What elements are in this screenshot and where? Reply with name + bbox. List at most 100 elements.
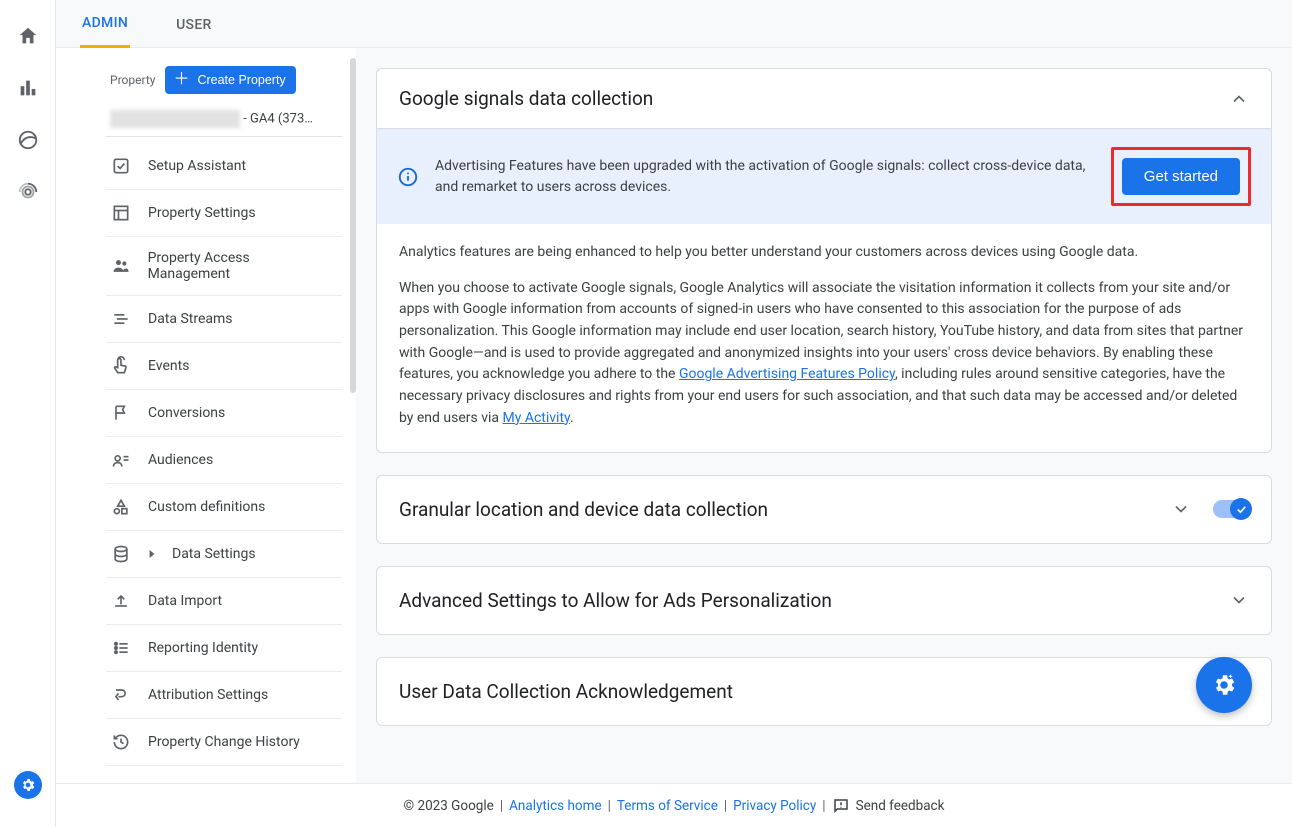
link-my-activity[interactable]: My Activity bbox=[503, 410, 570, 426]
history-icon bbox=[110, 732, 132, 752]
send-feedback-button[interactable]: Send feedback bbox=[832, 797, 945, 815]
nav-item-label: Conversions bbox=[148, 405, 225, 421]
nav-item-custom-definitions[interactable]: Custom definitions bbox=[106, 484, 342, 531]
home-icon[interactable] bbox=[16, 24, 40, 48]
plus-icon: ＋ bbox=[171, 72, 191, 88]
card-head-advanced[interactable]: Advanced Settings to Allow for Ads Perso… bbox=[377, 567, 1271, 634]
signals-p2c: . bbox=[570, 410, 574, 426]
upload-icon bbox=[110, 591, 132, 611]
nav-item-property-settings[interactable]: Property Settings bbox=[106, 190, 342, 237]
flag-icon bbox=[110, 403, 132, 423]
nav-item-setup-assistant[interactable]: Setup Assistant bbox=[106, 143, 342, 190]
nav-item-label: Reporting Identity bbox=[148, 640, 258, 656]
nav-item-label: Events bbox=[148, 358, 189, 374]
nav-item-label: Data Streams bbox=[148, 311, 233, 327]
sep: | bbox=[822, 798, 825, 814]
chevron-down-icon bbox=[1171, 499, 1191, 519]
tab-admin[interactable]: ADMIN bbox=[80, 1, 130, 48]
layout-icon bbox=[110, 203, 132, 223]
caret-right-icon bbox=[148, 549, 156, 559]
info-icon bbox=[397, 166, 419, 188]
nav-item-label: Custom definitions bbox=[148, 499, 265, 515]
card-head-signals[interactable]: Google signals data collection bbox=[377, 69, 1271, 128]
signals-title: Google signals data collection bbox=[399, 87, 653, 110]
sparkle-gear-icon bbox=[1211, 672, 1237, 698]
property-selector[interactable]: - GA4 (373… bbox=[106, 104, 342, 137]
property-name-redacted bbox=[110, 110, 240, 128]
get-started-button[interactable]: Get started bbox=[1122, 158, 1240, 195]
property-label: Property bbox=[110, 73, 155, 87]
property-nav: Setup Assistant Property Settings Property… bbox=[106, 143, 356, 766]
gear-icon bbox=[20, 777, 36, 793]
create-property-label: Create Property bbox=[197, 73, 285, 87]
definitions-icon bbox=[110, 497, 132, 517]
nav-item-data-settings[interactable]: Data Settings bbox=[106, 531, 342, 578]
card-head-granular[interactable]: Granular location and device data collec… bbox=[377, 476, 1271, 543]
chevron-down-icon bbox=[1229, 590, 1249, 610]
sep: | bbox=[608, 798, 611, 814]
card-user-data-ack: User Data Collection Acknowledgement bbox=[376, 657, 1272, 726]
link-analytics-home[interactable]: Analytics home bbox=[509, 798, 602, 814]
check-icon bbox=[1235, 503, 1248, 516]
banner-text: Advertising Features have been upgraded … bbox=[435, 156, 1095, 198]
chevron-up-icon bbox=[1229, 89, 1249, 109]
admin-tabs: ADMIN USER bbox=[56, 0, 1292, 48]
link-terms[interactable]: Terms of Service bbox=[617, 798, 718, 814]
signals-banner: Advertising Features have been upgraded … bbox=[377, 128, 1271, 224]
nav-item-reporting-identity[interactable]: Reporting Identity bbox=[106, 625, 342, 672]
property-panel: Property ＋ Create Property - GA4 (373… S… bbox=[56, 48, 356, 783]
link-privacy[interactable]: Privacy Policy bbox=[733, 798, 816, 814]
nav-item-label: Property Settings bbox=[148, 205, 256, 221]
nav-item-data-streams[interactable]: Data Streams bbox=[106, 296, 342, 343]
nav-item-label: Setup Assistant bbox=[148, 158, 246, 174]
nav-item-label: Data Settings bbox=[172, 546, 256, 562]
footer: © 2023 Google | Analytics home | Terms o… bbox=[56, 783, 1292, 827]
card-google-signals: Google signals data collection Advertisi… bbox=[376, 68, 1272, 453]
attribution-icon bbox=[110, 685, 132, 705]
link-ad-features-policy[interactable]: Google Advertising Features Policy bbox=[679, 366, 895, 382]
cta-highlight: Get started bbox=[1111, 147, 1251, 206]
nav-item-label: Property Change History bbox=[148, 734, 300, 750]
nav-item-audiences[interactable]: Audiences bbox=[106, 437, 342, 484]
tab-user[interactable]: USER bbox=[174, 3, 214, 47]
create-property-button[interactable]: ＋ Create Property bbox=[165, 66, 295, 94]
nav-item-conversions[interactable]: Conversions bbox=[106, 390, 342, 437]
reports-icon[interactable] bbox=[16, 76, 40, 100]
toggle-knob bbox=[1230, 498, 1252, 520]
nav-item-label: Audiences bbox=[148, 452, 213, 468]
advertising-icon[interactable] bbox=[16, 180, 40, 204]
ack-title: User Data Collection Acknowledgement bbox=[399, 680, 733, 703]
explore-icon[interactable] bbox=[16, 128, 40, 152]
left-rail bbox=[0, 0, 56, 827]
rail-settings[interactable] bbox=[14, 771, 42, 799]
nav-item-label: Property Access Management bbox=[148, 250, 332, 282]
footer-copyright: © 2023 Google bbox=[404, 798, 494, 814]
identity-icon bbox=[110, 638, 132, 658]
nav-item-events[interactable]: Events bbox=[106, 343, 342, 390]
nav-item-property-change-history[interactable]: Property Change History bbox=[106, 719, 342, 766]
feedback-label: Send feedback bbox=[856, 798, 945, 814]
check-box-icon bbox=[110, 156, 132, 176]
card-head-ack[interactable]: User Data Collection Acknowledgement bbox=[377, 658, 1271, 725]
assistant-fab[interactable] bbox=[1196, 657, 1252, 713]
nav-item-label: Attribution Settings bbox=[148, 687, 268, 703]
property-suffix: - GA4 (373… bbox=[240, 111, 313, 126]
feedback-icon bbox=[832, 797, 850, 815]
signals-p1: Analytics features are being enhanced to… bbox=[399, 242, 1249, 264]
content-area: Google signals data collection Advertisi… bbox=[356, 48, 1292, 783]
nav-item-property-access-management[interactable]: Property Access Management bbox=[106, 237, 342, 296]
people-icon bbox=[110, 256, 132, 276]
streams-icon bbox=[110, 309, 132, 329]
audience-icon bbox=[110, 450, 132, 470]
nav-item-data-import[interactable]: Data Import bbox=[106, 578, 342, 625]
card-granular-location: Granular location and device data collec… bbox=[376, 475, 1272, 544]
granular-toggle[interactable] bbox=[1213, 500, 1249, 518]
nav-item-attribution-settings[interactable]: Attribution Settings bbox=[106, 672, 342, 719]
advanced-title: Advanced Settings to Allow for Ads Perso… bbox=[399, 589, 832, 612]
signals-p2: When you choose to activate Google signa… bbox=[399, 278, 1249, 430]
sep: | bbox=[724, 798, 727, 814]
database-icon bbox=[110, 544, 132, 564]
touch-icon bbox=[110, 356, 132, 376]
signals-body: Analytics features are being enhanced to… bbox=[377, 224, 1271, 452]
sep: | bbox=[500, 798, 503, 814]
